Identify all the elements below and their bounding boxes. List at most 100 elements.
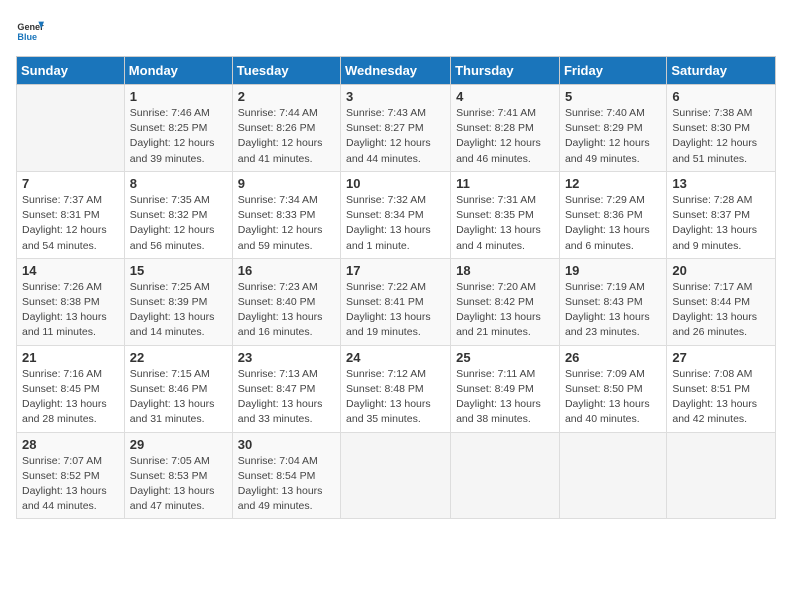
calendar-cell: 3 Sunrise: 7:43 AMSunset: 8:27 PMDaylight… xyxy=(341,85,451,172)
calendar-body: 1 Sunrise: 7:46 AMSunset: 8:25 PMDaylight… xyxy=(17,85,776,519)
calendar-week-row: 28 Sunrise: 7:07 AMSunset: 8:52 PMDayligh… xyxy=(17,432,776,519)
calendar-cell: 20 Sunrise: 7:17 AMSunset: 8:44 PMDayligh… xyxy=(667,258,776,345)
day-number: 24 xyxy=(346,350,445,365)
calendar-cell: 5 Sunrise: 7:40 AMSunset: 8:29 PMDaylight… xyxy=(559,85,666,172)
col-sunday: Sunday xyxy=(17,57,125,85)
day-info: Sunrise: 7:38 AMSunset: 8:30 PMDaylight:… xyxy=(672,106,770,167)
day-info: Sunrise: 7:26 AMSunset: 8:38 PMDaylight:… xyxy=(22,280,119,341)
calendar-cell: 13 Sunrise: 7:28 AMSunset: 8:37 PMDayligh… xyxy=(667,171,776,258)
day-info: Sunrise: 7:35 AMSunset: 8:32 PMDaylight:… xyxy=(130,193,227,254)
day-info: Sunrise: 7:40 AMSunset: 8:29 PMDaylight:… xyxy=(565,106,661,167)
calendar-cell: 25 Sunrise: 7:11 AMSunset: 8:49 PMDayligh… xyxy=(451,345,560,432)
calendar-cell: 6 Sunrise: 7:38 AMSunset: 8:30 PMDaylight… xyxy=(667,85,776,172)
day-info: Sunrise: 7:31 AMSunset: 8:35 PMDaylight:… xyxy=(456,193,554,254)
day-info: Sunrise: 7:08 AMSunset: 8:51 PMDaylight:… xyxy=(672,367,770,428)
calendar-cell: 24 Sunrise: 7:12 AMSunset: 8:48 PMDayligh… xyxy=(341,345,451,432)
day-number: 18 xyxy=(456,263,554,278)
calendar-cell: 28 Sunrise: 7:07 AMSunset: 8:52 PMDayligh… xyxy=(17,432,125,519)
calendar-header-row: Sunday Monday Tuesday Wednesday Thursday… xyxy=(17,57,776,85)
calendar-cell: 26Sunrise: 7:09 AMSunset: 8:50 PMDayligh… xyxy=(559,345,666,432)
day-number: 7 xyxy=(22,176,119,191)
calendar-week-row: 21 Sunrise: 7:16 AMSunset: 8:45 PMDayligh… xyxy=(17,345,776,432)
day-info: Sunrise: 7:07 AMSunset: 8:52 PMDaylight:… xyxy=(22,454,119,515)
day-number: 10 xyxy=(346,176,445,191)
day-number: 27 xyxy=(672,350,770,365)
day-number: 16 xyxy=(238,263,335,278)
calendar-cell: 2 Sunrise: 7:44 AMSunset: 8:26 PMDaylight… xyxy=(232,85,340,172)
calendar-cell: 16Sunrise: 7:23 AMSunset: 8:40 PMDayligh… xyxy=(232,258,340,345)
calendar-cell xyxy=(341,432,451,519)
calendar-cell: 8 Sunrise: 7:35 AMSunset: 8:32 PMDaylight… xyxy=(124,171,232,258)
calendar-cell: 30 Sunrise: 7:04 AMSunset: 8:54 PMDayligh… xyxy=(232,432,340,519)
calendar-cell: 29 Sunrise: 7:05 AMSunset: 8:53 PMDayligh… xyxy=(124,432,232,519)
calendar-cell: 10 Sunrise: 7:32 AMSunset: 8:34 PMDayligh… xyxy=(341,171,451,258)
day-number: 15 xyxy=(130,263,227,278)
logo: General Blue xyxy=(16,16,44,44)
col-friday: Friday xyxy=(559,57,666,85)
calendar-cell: 19 Sunrise: 7:19 AMSunset: 8:43 PMDayligh… xyxy=(559,258,666,345)
day-number: 28 xyxy=(22,437,119,452)
day-info: Sunrise: 7:37 AMSunset: 8:31 PMDaylight:… xyxy=(22,193,119,254)
col-tuesday: Tuesday xyxy=(232,57,340,85)
day-info: Sunrise: 7:17 AMSunset: 8:44 PMDaylight:… xyxy=(672,280,770,341)
col-thursday: Thursday xyxy=(451,57,560,85)
day-number: 22 xyxy=(130,350,227,365)
day-number: 25 xyxy=(456,350,554,365)
calendar-cell xyxy=(451,432,560,519)
calendar-cell: 27 Sunrise: 7:08 AMSunset: 8:51 PMDayligh… xyxy=(667,345,776,432)
day-number: 3 xyxy=(346,89,445,104)
day-info: Sunrise: 7:29 AMSunset: 8:36 PMDaylight:… xyxy=(565,193,661,254)
calendar-cell xyxy=(559,432,666,519)
svg-text:Blue: Blue xyxy=(17,32,37,42)
day-number: 17 xyxy=(346,263,445,278)
day-info: Sunrise: 7:46 AMSunset: 8:25 PMDaylight:… xyxy=(130,106,227,167)
day-info: Sunrise: 7:11 AMSunset: 8:49 PMDaylight:… xyxy=(456,367,554,428)
day-info: Sunrise: 7:15 AMSunset: 8:46 PMDaylight:… xyxy=(130,367,227,428)
day-info: Sunrise: 7:13 AMSunset: 8:47 PMDaylight:… xyxy=(238,367,335,428)
calendar-cell: 18 Sunrise: 7:20 AMSunset: 8:42 PMDayligh… xyxy=(451,258,560,345)
day-info: Sunrise: 7:20 AMSunset: 8:42 PMDaylight:… xyxy=(456,280,554,341)
calendar-week-row: 14 Sunrise: 7:26 AMSunset: 8:38 PMDayligh… xyxy=(17,258,776,345)
day-number: 26 xyxy=(565,350,661,365)
day-number: 14 xyxy=(22,263,119,278)
day-number: 21 xyxy=(22,350,119,365)
day-info: Sunrise: 7:28 AMSunset: 8:37 PMDaylight:… xyxy=(672,193,770,254)
day-info: Sunrise: 7:05 AMSunset: 8:53 PMDaylight:… xyxy=(130,454,227,515)
day-number: 11 xyxy=(456,176,554,191)
day-number: 29 xyxy=(130,437,227,452)
calendar-cell: 1 Sunrise: 7:46 AMSunset: 8:25 PMDaylight… xyxy=(124,85,232,172)
calendar-table: Sunday Monday Tuesday Wednesday Thursday… xyxy=(16,56,776,519)
day-number: 12 xyxy=(565,176,661,191)
day-info: Sunrise: 7:32 AMSunset: 8:34 PMDaylight:… xyxy=(346,193,445,254)
day-info: Sunrise: 7:41 AMSunset: 8:28 PMDaylight:… xyxy=(456,106,554,167)
day-info: Sunrise: 7:22 AMSunset: 8:41 PMDaylight:… xyxy=(346,280,445,341)
calendar-cell xyxy=(17,85,125,172)
day-number: 20 xyxy=(672,263,770,278)
day-info: Sunrise: 7:16 AMSunset: 8:45 PMDaylight:… xyxy=(22,367,119,428)
day-info: Sunrise: 7:43 AMSunset: 8:27 PMDaylight:… xyxy=(346,106,445,167)
day-number: 13 xyxy=(672,176,770,191)
col-saturday: Saturday xyxy=(667,57,776,85)
day-number: 8 xyxy=(130,176,227,191)
col-monday: Monday xyxy=(124,57,232,85)
day-info: Sunrise: 7:25 AMSunset: 8:39 PMDaylight:… xyxy=(130,280,227,341)
calendar-week-row: 7 Sunrise: 7:37 AMSunset: 8:31 PMDaylight… xyxy=(17,171,776,258)
day-number: 2 xyxy=(238,89,335,104)
day-number: 19 xyxy=(565,263,661,278)
day-info: Sunrise: 7:12 AMSunset: 8:48 PMDaylight:… xyxy=(346,367,445,428)
day-info: Sunrise: 7:44 AMSunset: 8:26 PMDaylight:… xyxy=(238,106,335,167)
day-info: Sunrise: 7:04 AMSunset: 8:54 PMDaylight:… xyxy=(238,454,335,515)
calendar-week-row: 1 Sunrise: 7:46 AMSunset: 8:25 PMDaylight… xyxy=(17,85,776,172)
day-number: 1 xyxy=(130,89,227,104)
calendar-cell: 23Sunrise: 7:13 AMSunset: 8:47 PMDayligh… xyxy=(232,345,340,432)
calendar-cell: 15 Sunrise: 7:25 AMSunset: 8:39 PMDayligh… xyxy=(124,258,232,345)
day-info: Sunrise: 7:19 AMSunset: 8:43 PMDaylight:… xyxy=(565,280,661,341)
calendar-cell: 9Sunrise: 7:34 AMSunset: 8:33 PMDaylight… xyxy=(232,171,340,258)
day-number: 5 xyxy=(565,89,661,104)
page-header: General Blue xyxy=(16,16,776,44)
calendar-cell: 12 Sunrise: 7:29 AMSunset: 8:36 PMDayligh… xyxy=(559,171,666,258)
calendar-cell: 4Sunrise: 7:41 AMSunset: 8:28 PMDaylight… xyxy=(451,85,560,172)
day-number: 30 xyxy=(238,437,335,452)
calendar-cell: 14 Sunrise: 7:26 AMSunset: 8:38 PMDayligh… xyxy=(17,258,125,345)
day-number: 6 xyxy=(672,89,770,104)
